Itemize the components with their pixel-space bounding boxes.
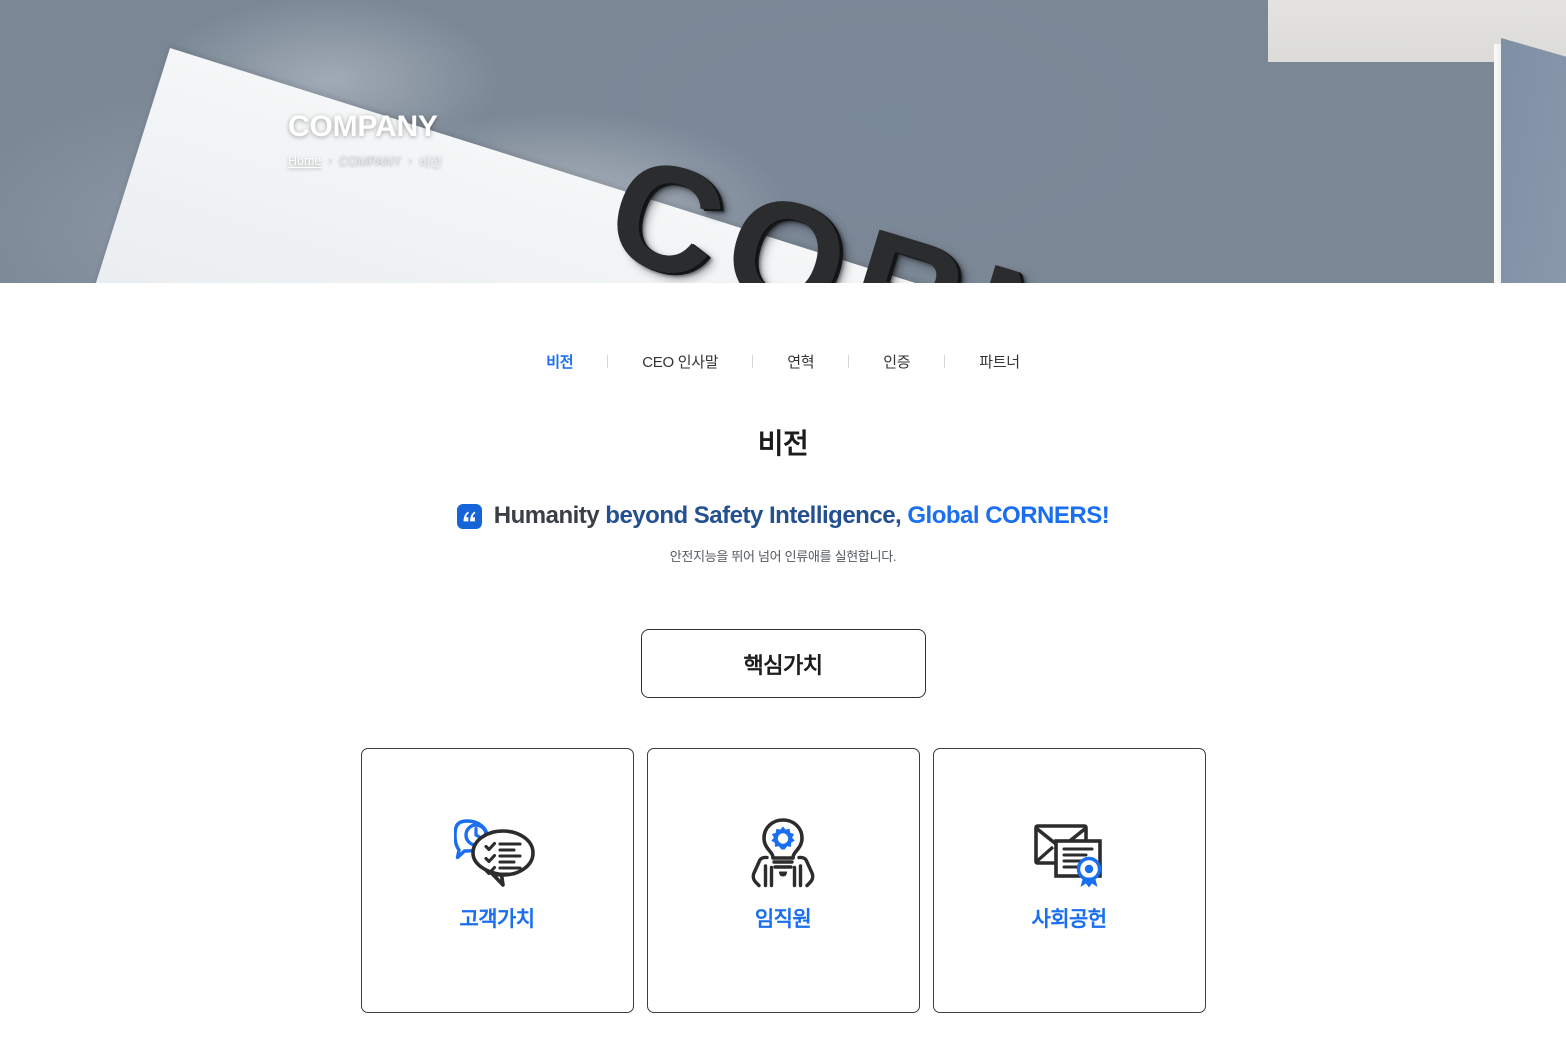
tab-ceo-greeting[interactable]: CEO 인사말 [608, 351, 752, 372]
slogan-part-3: Global CORNERS! [907, 502, 1110, 529]
envelope-certificate-award-icon [1031, 817, 1107, 889]
card-social-contribution[interactable]: 사회공헌 [932, 748, 1206, 1013]
card-label: 임직원 [754, 908, 812, 931]
tab-history[interactable]: 연혁 [753, 351, 848, 372]
core-value-heading-box: 핵심가치 [640, 629, 926, 698]
lightbulb-gear-hands-icon [745, 817, 821, 889]
page-title: COMPANY [288, 110, 438, 143]
hero-banner: CORNERS COMPANY Home › COMPANY › 비전 [0, 0, 1566, 283]
section-heading: 비전 [757, 428, 809, 459]
hero-building-side-face [1501, 38, 1566, 283]
quote-icon [456, 503, 482, 529]
sub-navigation-tabs: 비전 CEO 인사말 연혁 인증 파트너 [0, 351, 1566, 372]
chat-checklist-clock-icon [454, 817, 540, 889]
breadcrumb: Home › COMPANY › 비전 [288, 151, 442, 170]
tab-partner[interactable]: 파트너 [945, 351, 1054, 372]
slogan-text: Humanity beyond Safety Intelligence, Glo… [493, 502, 1110, 530]
chevron-right-icon: › [328, 154, 333, 167]
slogan-row: Humanity beyond Safety Intelligence, Glo… [0, 502, 1566, 530]
main-content: 비전 CEO 인사말 연혁 인증 파트너 비전 Humanity beyond … [0, 351, 1566, 1013]
card-employees[interactable]: 임직원 [646, 748, 920, 1013]
breadcrumb-current: 비전 [418, 155, 442, 169]
tab-vision[interactable]: 비전 [512, 351, 607, 372]
hero-content: COMPANY Home › COMPANY › 비전 [288, 0, 1288, 283]
slogan-part-2: beyond Safety Intelligence, [605, 502, 908, 529]
card-label: 사회공헌 [1031, 908, 1107, 931]
breadcrumb-section[interactable]: COMPANY [339, 154, 401, 168]
breadcrumb-home-link[interactable]: Home [288, 154, 321, 168]
slogan-part-1: Humanity [493, 502, 606, 529]
tab-certification[interactable]: 인증 [849, 351, 944, 372]
chevron-right-icon: › [408, 154, 412, 167]
card-customer-value[interactable]: 고객가치 [360, 748, 634, 1013]
sub-slogan-text: 안전지능을 뛰어 넘어 인류애를 실현합니다. [669, 549, 897, 564]
core-value-cards: 고객가치 임직원 사회공헌 [360, 748, 1206, 1013]
card-label: 고객가치 [459, 908, 535, 931]
